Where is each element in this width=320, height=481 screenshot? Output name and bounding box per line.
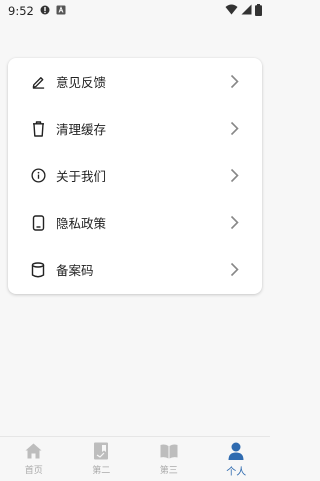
chevron-right-icon — [230, 74, 240, 90]
chevron-right-icon — [230, 168, 240, 184]
bookmark-icon — [92, 442, 110, 460]
menu-item-about-us[interactable]: 关于我们 — [8, 152, 262, 199]
menu-item-feedback[interactable]: 意见反馈 — [8, 58, 262, 105]
menu-item-label: 关于我们 — [56, 169, 107, 184]
edit-icon — [30, 74, 46, 90]
bottom-nav: 首页 第二 第三 个人 — [0, 436, 270, 481]
nav-label: 首页 — [24, 466, 43, 476]
battery-icon — [255, 3, 262, 19]
signal-icon — [241, 4, 252, 18]
menu-item-record-code[interactable]: 备案码 — [8, 246, 262, 293]
status-time: 9:52 — [8, 4, 34, 18]
menu-item-label: 隐私政策 — [56, 216, 107, 231]
nav-label: 第三 — [159, 466, 178, 476]
status-bar: 9:52 — [0, 0, 270, 22]
book-icon — [160, 442, 178, 460]
chevron-right-icon — [230, 215, 240, 231]
nav-label: 第二 — [92, 466, 111, 476]
menu-item-privacy-policy[interactable]: 隐私政策 — [8, 199, 262, 246]
home-icon — [25, 442, 43, 460]
menu-item-label: 意见反馈 — [56, 75, 107, 90]
nav-item-profile[interactable]: 个人 — [203, 437, 271, 481]
chevron-right-icon — [230, 262, 240, 278]
nav-label: 个人 — [226, 467, 247, 478]
menu-item-clear-cache[interactable]: 清理缓存 — [8, 105, 262, 152]
status-right — [225, 3, 262, 19]
info-icon — [30, 168, 46, 184]
settings-card: 意见反馈 清理缓存 关于我们 隐私政策 备案码 — [8, 58, 262, 294]
user-icon — [227, 442, 245, 460]
menu-item-label: 备案码 — [56, 263, 94, 278]
menu-item-label: 清理缓存 — [56, 122, 107, 137]
alert-icon — [40, 4, 50, 18]
chevron-right-icon — [230, 121, 240, 137]
notification-a-icon — [56, 4, 66, 18]
nav-item-second[interactable]: 第二 — [68, 437, 136, 481]
phone-icon — [30, 214, 46, 231]
trash-icon — [30, 120, 46, 137]
wifi-icon — [225, 4, 238, 18]
nav-item-home[interactable]: 首页 — [0, 437, 68, 481]
nav-item-third[interactable]: 第三 — [135, 437, 203, 481]
database-icon — [30, 261, 46, 278]
status-left: 9:52 — [8, 4, 66, 18]
